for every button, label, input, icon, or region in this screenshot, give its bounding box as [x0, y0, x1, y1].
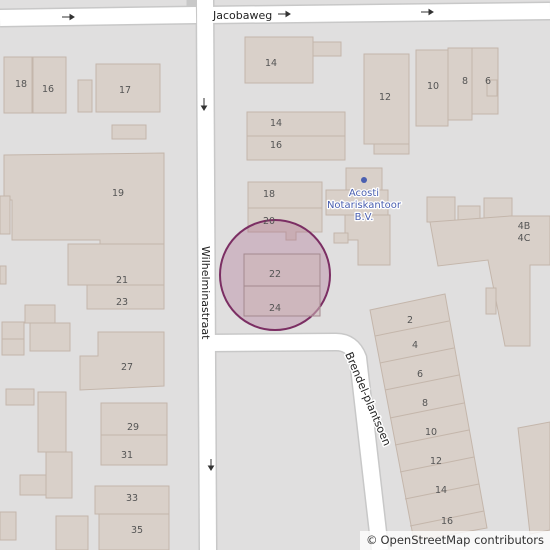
copyright-symbol: ©: [365, 533, 378, 547]
house-number: 17: [119, 85, 131, 96]
house-number: 6: [417, 369, 423, 380]
house-number: 16: [42, 84, 54, 95]
house-number: 2: [407, 315, 413, 326]
house-number: 21: [116, 275, 128, 286]
house-number: 4B: [518, 221, 531, 232]
house-number: 10: [425, 427, 437, 438]
building: [247, 181, 323, 209]
building: [5, 388, 35, 406]
road-jacobaweg-west: [0, 7, 197, 26]
house-number: 35: [131, 525, 143, 536]
building: [483, 197, 513, 219]
building: [1, 321, 25, 340]
house-number: 6: [485, 76, 491, 87]
map[interactable]: Jacobaweg Wilhelminastraat Brendel-plant…: [0, 0, 550, 550]
poi-marker-icon[interactable]: [361, 177, 367, 183]
house-number: 4: [412, 340, 418, 351]
building: [312, 41, 342, 57]
house-number: 14: [270, 118, 282, 129]
house-number: 33: [126, 493, 138, 504]
house-number: 31: [121, 450, 133, 461]
house-number: 12: [379, 92, 391, 103]
building: [485, 287, 497, 315]
building: [19, 474, 47, 496]
house-number: 14: [265, 58, 277, 69]
building: [100, 434, 168, 466]
building: [1, 338, 25, 356]
building: [426, 196, 456, 223]
building: [246, 135, 346, 161]
house-number: 12: [430, 456, 442, 467]
house-number: 22: [269, 269, 281, 280]
house-number: 14: [435, 485, 447, 496]
map-attribution: © OpenStreetMap contributors: [359, 531, 550, 550]
building: [246, 111, 346, 137]
house-number: 10: [427, 81, 439, 92]
building-highlighted-22: [243, 253, 321, 287]
building: [24, 304, 56, 324]
house-number: 16: [270, 140, 282, 151]
house-number: 27: [121, 362, 133, 373]
building: [0, 195, 11, 235]
building: [45, 451, 73, 499]
street-label-wilhelminastraat: Wilhelminastraat: [199, 246, 212, 340]
building: [0, 511, 17, 541]
building: [55, 515, 89, 550]
street-label-jacobaweg: Jacobaweg: [212, 9, 272, 22]
house-number: 18: [263, 189, 275, 200]
house-number: 8: [462, 76, 468, 87]
poi-label-line-3: B.V.: [355, 212, 374, 223]
building: [37, 391, 67, 453]
building: [0, 265, 7, 285]
attribution-link[interactable]: OpenStreetMap contributors: [380, 533, 544, 547]
building: [333, 232, 349, 244]
house-number: 18: [15, 79, 27, 90]
house-number: 16: [441, 516, 453, 527]
house-number: 8: [422, 398, 428, 409]
building: [3, 152, 165, 245]
poi-label-line-1: Acosti: [349, 188, 379, 199]
building: [111, 124, 147, 140]
house-number: 24: [269, 303, 281, 314]
building: [77, 79, 93, 113]
building: [447, 47, 473, 121]
house-number: 29: [127, 422, 139, 433]
poi-label-line-2: Notariskantoor: [327, 200, 402, 211]
house-number: 23: [116, 297, 128, 308]
house-number: 20: [263, 216, 275, 227]
building: [373, 143, 410, 155]
house-number: 19: [112, 188, 124, 199]
building: [29, 322, 71, 352]
building: [244, 36, 314, 84]
house-number: 4C: [518, 233, 531, 244]
building-highlighted-24: [243, 285, 321, 317]
